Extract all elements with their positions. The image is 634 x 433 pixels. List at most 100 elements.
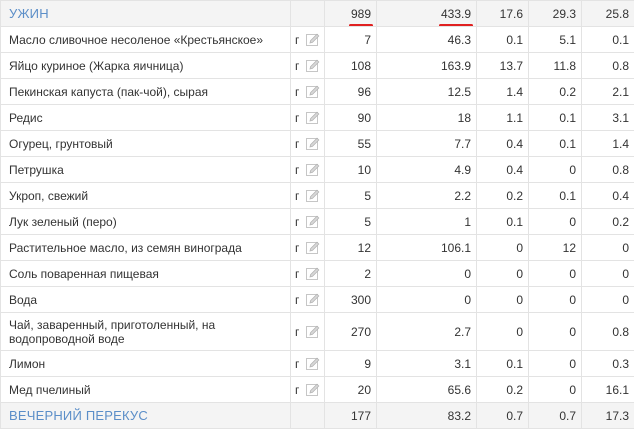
food-protein: 0.2 [476, 376, 529, 403]
food-amount[interactable]: 12 [324, 234, 377, 261]
food-amount[interactable]: 300 [324, 286, 377, 313]
unit-label[interactable]: г [295, 383, 299, 397]
food-protein: 0.1 [476, 350, 529, 377]
food-row: Лук зеленый (перо) г 5 1 0.1 0 0.2 [0, 208, 634, 235]
food-row: Редис г 90 18 1.1 0.1 3.1 [0, 104, 634, 131]
unit-cell: г [290, 376, 325, 403]
food-amount[interactable]: 270 [324, 312, 377, 351]
meal-row-dinner: УЖИН 989 433.9 17.6 29.3 25.8 [0, 0, 634, 27]
unit-cell: г [290, 26, 325, 53]
food-protein: 0 [476, 312, 529, 351]
food-row: Растительное масло, из семян винограда г 1… [0, 234, 634, 261]
food-fat: 0 [528, 208, 582, 235]
food-row: Пекинская капуста (пак-чой), сырая г 96 12.… [0, 78, 634, 105]
food-carbs: 0 [581, 234, 634, 261]
meal-fat: 0.7 [528, 402, 582, 429]
food-amount[interactable]: 9 [324, 350, 377, 377]
food-fat: 0 [528, 350, 582, 377]
edit-icon[interactable] [306, 85, 320, 99]
unit-cell: г [290, 130, 325, 157]
food-row: Масло сливочное несоленое «Крестьянское»… [0, 26, 634, 53]
unit-label[interactable]: г [295, 293, 299, 307]
edit-icon[interactable] [306, 59, 320, 73]
meal-row-evening-snack: ВЕЧЕРНИЙ ПЕРЕКУС 177 83.2 0.7 0.7 17.3 [0, 402, 634, 429]
edit-icon[interactable] [306, 267, 320, 281]
food-row: Петрушка г 10 4.9 0.4 0 0.8 [0, 156, 634, 183]
food-fat: 0 [528, 312, 582, 351]
edit-icon[interactable] [306, 357, 320, 371]
food-kcal: 12.5 [376, 78, 477, 105]
edit-icon[interactable] [306, 137, 320, 151]
edit-icon[interactable] [306, 241, 320, 255]
unit-cell: г [290, 234, 325, 261]
food-kcal: 3.1 [376, 350, 477, 377]
food-fat: 0.1 [528, 104, 582, 131]
edit-icon[interactable] [306, 383, 320, 397]
food-amount[interactable]: 2 [324, 260, 377, 287]
unit-label[interactable]: г [295, 137, 299, 151]
unit-label[interactable]: г [295, 241, 299, 255]
unit-label[interactable]: г [295, 33, 299, 47]
food-kcal: 163.9 [376, 52, 477, 79]
food-amount[interactable]: 20 [324, 376, 377, 403]
food-protein: 0.2 [476, 182, 529, 209]
food-carbs: 0.1 [581, 26, 634, 53]
edit-icon[interactable] [306, 189, 320, 203]
food-protein: 1.4 [476, 78, 529, 105]
food-amount[interactable]: 55 [324, 130, 377, 157]
food-row: Чай, заваренный, приготоленный, на водоп… [0, 312, 634, 351]
food-fat: 0.1 [528, 182, 582, 209]
food-row: Укроп, свежий г 5 2.2 0.2 0.1 0.4 [0, 182, 634, 209]
food-row: Огурец, грунтовый г 55 7.7 0.4 0.1 1.4 [0, 130, 634, 157]
unit-label[interactable]: г [295, 189, 299, 203]
food-protein: 0.4 [476, 156, 529, 183]
food-kcal: 46.3 [376, 26, 477, 53]
food-name: Соль поваренная пищевая [0, 260, 291, 287]
edit-icon[interactable] [306, 293, 320, 307]
food-name: Огурец, грунтовый [0, 130, 291, 157]
unit-label[interactable]: г [295, 163, 299, 177]
edit-icon[interactable] [306, 163, 320, 177]
food-protein: 0.1 [476, 208, 529, 235]
food-amount[interactable]: 10 [324, 156, 377, 183]
food-fat: 0.1 [528, 130, 582, 157]
food-protein: 0.4 [476, 130, 529, 157]
food-amount[interactable]: 7 [324, 26, 377, 53]
food-amount[interactable]: 5 [324, 182, 377, 209]
unit-label[interactable]: г [295, 111, 299, 125]
unit-label[interactable]: г [295, 325, 299, 339]
unit-label[interactable]: г [295, 85, 299, 99]
meal-weight: 989 [348, 6, 374, 26]
food-fat: 0.2 [528, 78, 582, 105]
food-amount[interactable]: 96 [324, 78, 377, 105]
food-kcal: 4.9 [376, 156, 477, 183]
food-kcal: 18 [376, 104, 477, 131]
food-amount[interactable]: 108 [324, 52, 377, 79]
food-name: Лимон [0, 350, 291, 377]
edit-icon[interactable] [306, 33, 320, 47]
food-name: Мед пчелиный [0, 376, 291, 403]
food-carbs: 0.8 [581, 52, 634, 79]
food-row: Вода г 300 0 0 0 0 [0, 286, 634, 313]
edit-icon[interactable] [306, 215, 320, 229]
meal-title[interactable]: ВЕЧЕРНИЙ ПЕРЕКУС [0, 402, 291, 429]
food-carbs: 0 [581, 286, 634, 313]
food-protein: 0.1 [476, 26, 529, 53]
unit-label[interactable]: г [295, 59, 299, 73]
unit-label[interactable]: г [295, 215, 299, 229]
food-amount[interactable]: 5 [324, 208, 377, 235]
food-name: Лук зеленый (перо) [0, 208, 291, 235]
edit-icon[interactable] [306, 325, 320, 339]
unit-cell: г [290, 260, 325, 287]
edit-icon[interactable] [306, 111, 320, 125]
food-fat: 12 [528, 234, 582, 261]
food-carbs: 0 [581, 260, 634, 287]
food-name: Чай, заваренный, приготоленный, на водоп… [0, 312, 291, 351]
meal-title[interactable]: УЖИН [0, 0, 291, 27]
meal-unit-empty [290, 402, 325, 429]
unit-label[interactable]: г [295, 357, 299, 371]
unit-cell: г [290, 312, 325, 351]
unit-label[interactable]: г [295, 267, 299, 281]
food-name: Масло сливочное несоленое «Крестьянское» [0, 26, 291, 53]
food-amount[interactable]: 90 [324, 104, 377, 131]
